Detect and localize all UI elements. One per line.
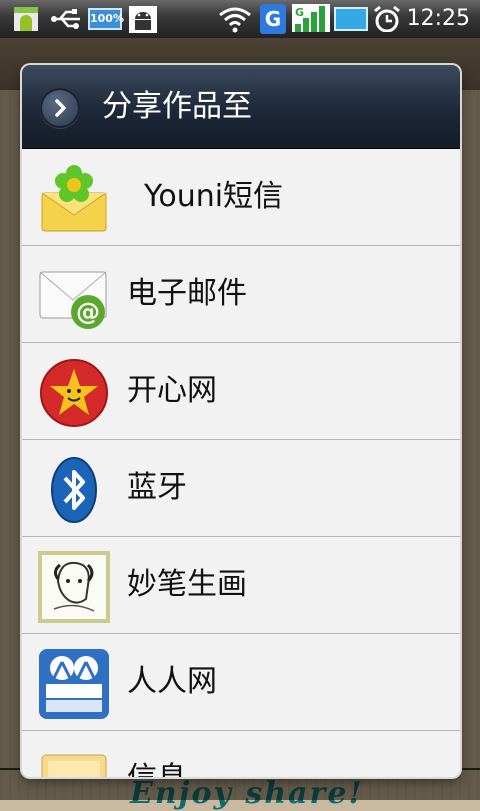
sketch-portrait-icon <box>38 551 110 623</box>
item-label: 开心网 <box>127 373 217 408</box>
share-target-list: Youni短信 @ 电子邮件 开心网 蓝牙 妙笔生画 人人网 <box>22 149 460 777</box>
bluetooth-icon <box>51 457 97 523</box>
envelope-flower-icon <box>41 165 107 232</box>
wifi-icon <box>219 7 251 33</box>
battery-icon <box>334 7 368 31</box>
item-label: 人人网 <box>127 664 217 699</box>
item-label: Youni短信 <box>144 179 284 214</box>
signal-icon: G <box>292 4 330 32</box>
share-item-bluetooth[interactable]: 蓝牙 <box>22 440 460 537</box>
share-item-renren[interactable]: 人人网 <box>22 634 460 731</box>
android-notification-icon <box>14 7 38 31</box>
item-label: 妙笔生画 <box>127 567 247 602</box>
item-label: 电子邮件 <box>127 276 247 311</box>
item-label: 信息 <box>127 731 187 777</box>
svg-text:@: @ <box>76 298 100 326</box>
status-bar: 100% G G 12:25 <box>0 0 480 38</box>
item-label: 蓝牙 <box>127 470 187 505</box>
network-type-label: G <box>264 7 282 31</box>
debug-android-icon <box>129 6 157 33</box>
svg-text:G: G <box>295 6 304 19</box>
message-icon <box>41 754 107 777</box>
g-network-icon: G <box>260 4 286 34</box>
dialog-title: 分享作品至 <box>102 89 252 124</box>
chevron-right-icon <box>40 88 80 128</box>
alarm-icon <box>374 5 400 32</box>
renren-icon <box>39 649 109 719</box>
share-item-sketch[interactable]: 妙笔生画 <box>22 537 460 634</box>
share-item-email[interactable]: @ 电子邮件 <box>22 246 460 343</box>
share-item-kaixin[interactable]: 开心网 <box>22 343 460 440</box>
share-item-message[interactable]: 信息 <box>22 731 460 777</box>
share-item-youni-sms[interactable]: Youni短信 <box>22 149 460 246</box>
battery-percent-label: 100% <box>90 12 124 25</box>
status-time: 12:25 <box>406 6 470 31</box>
kaixin-star-icon <box>40 359 108 427</box>
dialog-header: 分享作品至 <box>22 65 460 149</box>
usb-icon <box>51 9 80 29</box>
email-at-icon: @ <box>39 271 107 329</box>
battery-100-icon: 100% <box>88 8 124 30</box>
share-dialog: 分享作品至 Youni短信 @ 电子邮件 开心网 蓝牙 妙笔生画 人人网 <box>22 65 460 777</box>
